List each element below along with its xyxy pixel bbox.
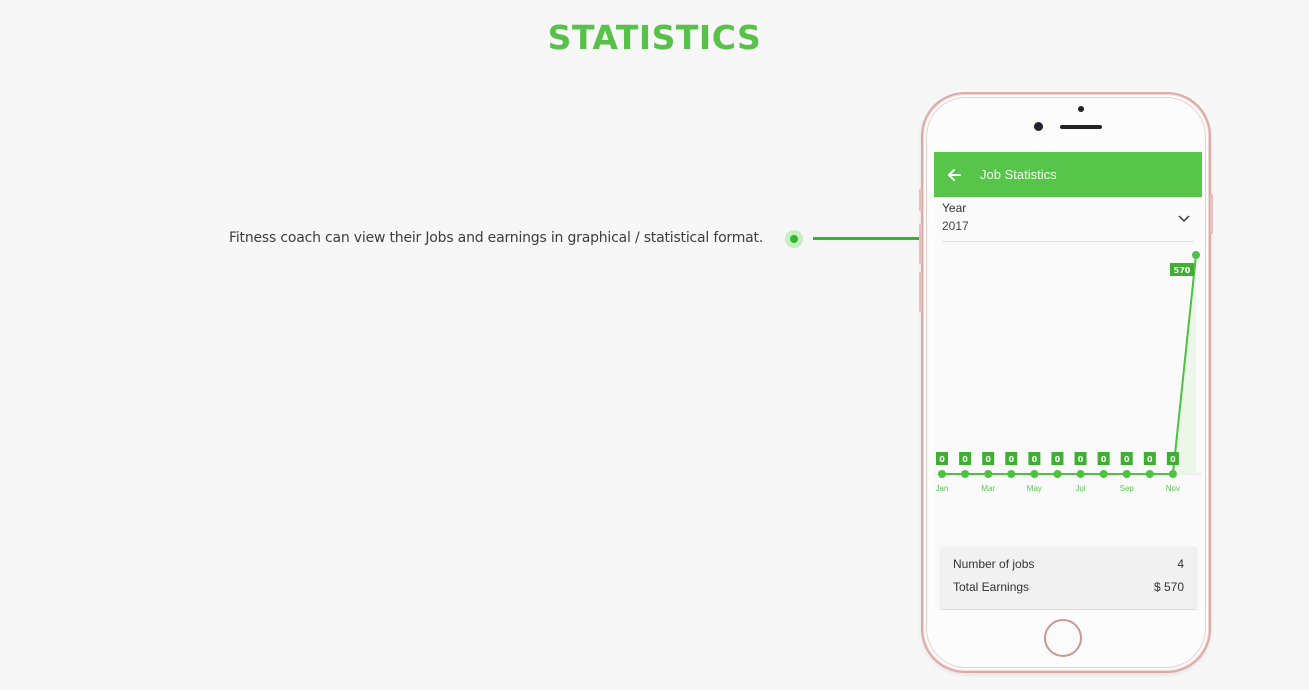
chart-x-tick-label: Jan <box>936 484 949 493</box>
chart-data-label: 0 <box>1170 455 1176 464</box>
chart-point <box>1030 470 1039 478</box>
chart-data-label: 0 <box>1008 455 1014 464</box>
phone-sensor <box>1078 106 1084 112</box>
earnings-label: Total Earnings <box>953 580 1030 594</box>
chart-point <box>984 470 993 478</box>
chart-data-label: 0 <box>962 455 968 464</box>
chart-x-tick-label: Nov <box>1166 484 1180 493</box>
chart-data-label: 0 <box>1124 455 1130 464</box>
phone-camera <box>1034 122 1043 131</box>
chart-x-tick-label: Mar <box>981 484 995 493</box>
stats-summary-card: Number of jobs 4 Total Earnings $ 570 <box>941 547 1196 609</box>
stat-row-earnings: Total Earnings $ 570 <box>941 580 1196 594</box>
arrow-left-icon[interactable] <box>946 167 962 183</box>
chart-point <box>1099 470 1108 478</box>
earnings-value: $ 570 <box>1153 580 1184 594</box>
chart-point <box>1053 470 1062 478</box>
earnings-chart-svg: 0 0 0 0 0 0 0 0 0 0 0 570 Jan Mar May Jul Sep Nov <box>934 251 1202 493</box>
year-select-label: Year <box>942 201 967 215</box>
phone-home-button <box>1044 619 1082 657</box>
chart-data-label: 0 <box>1147 455 1153 464</box>
phone-mockup: Job Statistics Year 2017 0 0 0 0 0 0 0 0 0 0 0 570 J… <box>919 92 1213 673</box>
app-bar-title: Job Statistics <box>980 167 1057 182</box>
chart-x-tick-label: Jul <box>1075 484 1085 493</box>
chart-x-tick-label: Sep <box>1120 484 1135 493</box>
chart-data-label: 0 <box>939 455 945 464</box>
phone-side-button <box>919 189 922 211</box>
feature-bullet-dot <box>785 230 803 248</box>
jobs-label: Number of jobs <box>953 557 1035 571</box>
phone-speaker <box>1060 125 1102 129</box>
chart-series-line <box>942 254 1197 475</box>
earnings-chart: 0 0 0 0 0 0 0 0 0 0 0 570 Jan Mar May Jul Sep Nov <box>934 245 1202 505</box>
chart-data-label: 0 <box>1078 455 1084 464</box>
chart-point <box>1145 470 1154 478</box>
jobs-value: 4 <box>1177 557 1184 571</box>
app-bar: Job Statistics <box>934 152 1202 197</box>
stat-row-jobs: Number of jobs 4 <box>941 557 1196 571</box>
year-select[interactable]: Year 2017 <box>942 197 1194 242</box>
chevron-down-icon[interactable] <box>1178 215 1190 223</box>
feature-description: Fitness coach can view their Jobs and ea… <box>229 230 764 246</box>
chart-area <box>942 255 1196 474</box>
chart-data-label: 0 <box>1055 455 1061 464</box>
year-select-value: 2017 <box>942 219 969 233</box>
chart-point <box>1192 251 1200 259</box>
chart-point <box>1007 470 1016 478</box>
chart-point <box>1122 470 1131 478</box>
chart-point <box>1168 470 1177 478</box>
chart-data-label: 570 <box>1174 266 1191 275</box>
chart-data-label: 0 <box>985 455 991 464</box>
phone-side-button <box>919 224 922 264</box>
phone-screen: Job Statistics Year 2017 0 0 0 0 0 0 0 0 0 0 0 570 J… <box>934 152 1202 610</box>
chart-point <box>938 470 946 478</box>
section-title: STATISTICS <box>547 18 762 57</box>
chart-point <box>1076 470 1085 478</box>
phone-side-button <box>919 272 922 312</box>
chart-data-label: 0 <box>1101 455 1107 464</box>
phone-side-button <box>1210 194 1213 234</box>
feature-connector-line <box>813 237 921 240</box>
chart-data-label: 0 <box>1032 455 1038 464</box>
chart-point <box>961 470 970 478</box>
chart-x-tick-label: May <box>1027 484 1042 493</box>
